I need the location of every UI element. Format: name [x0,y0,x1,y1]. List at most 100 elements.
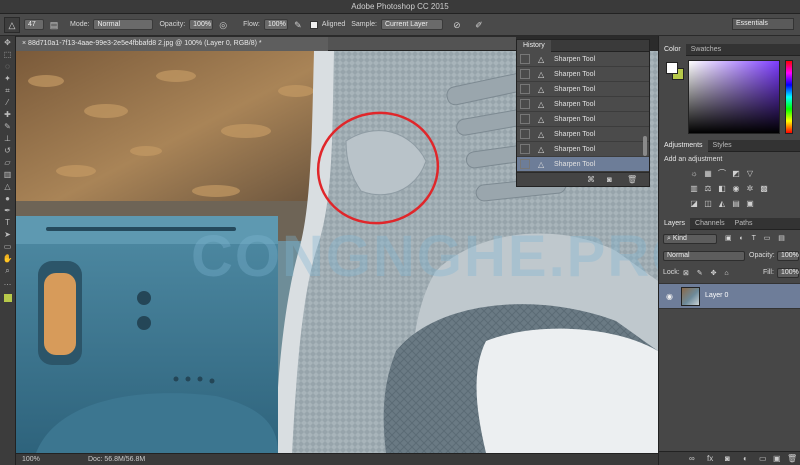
gradient-map-icon[interactable]: ▤ [730,198,742,209]
layer-opacity-input[interactable]: 100% [777,251,799,261]
blend-mode-dropdown[interactable]: Normal [663,251,745,261]
aligned-checkbox[interactable] [309,20,318,29]
delete-layer-icon[interactable]: 🗑 [787,454,797,463]
history-state[interactable]: △ Sharpen Tool [517,82,649,97]
flow-input[interactable]: 100% [263,19,288,30]
history-state[interactable]: △ Sharpen Tool [517,127,649,142]
sharpen-tool-icon[interactable]: △ [2,182,14,192]
type-tool-icon[interactable]: T [2,218,14,228]
brush-panel-icon[interactable]: ▤ [48,19,60,31]
sharpen-tool-preset-icon[interactable]: △ [4,16,20,33]
layer-style-icon[interactable]: fx [707,454,713,463]
opacity-input[interactable]: 100% [189,19,214,30]
workspace-switcher[interactable]: Essentials [732,18,794,30]
more-tools-icon[interactable]: … [2,278,14,288]
hand-tool-icon[interactable]: ✋ [2,254,14,264]
history-state[interactable]: △ Sharpen Tool [517,157,649,172]
clone-stamp-tool-icon[interactable]: ⊥ [2,134,14,144]
threshold-icon[interactable]: ◭ [716,198,728,209]
move-tool-icon[interactable]: ✥ [2,38,14,48]
levels-icon[interactable]: ▦ [702,168,714,179]
layer-filter-icons[interactable]: ▣ ◐ T ▭ ▤ [725,234,788,242]
foreground-swatch[interactable] [666,62,678,74]
vibrance-icon[interactable]: ▽ [744,168,756,179]
hue-saturation-icon[interactable]: ▥ [688,183,700,194]
tab-paths[interactable]: Paths [730,218,758,230]
history-state[interactable]: △ Sharpen Tool [517,52,649,67]
hue-slider[interactable] [785,60,793,134]
new-document-from-state-icon[interactable]: ⌘ [587,175,595,184]
camera-flash-lens [44,273,76,355]
history-brush-source-checkbox[interactable] [520,54,530,64]
curves-icon[interactable]: ⌒ [716,168,728,179]
pressure-opacity-icon[interactable]: ◎ [217,19,229,31]
layer-filter-dropdown[interactable]: ⌕ Kind [663,234,717,244]
history-brush-source-checkbox[interactable] [520,84,530,94]
tab-styles[interactable]: Styles [708,140,737,152]
eyedropper-tool-icon[interactable]: ⁄ [2,98,14,108]
mode-dropdown[interactable]: Normal [93,19,154,30]
history-brush-tool-icon[interactable]: ↺ [2,146,14,156]
link-layers-icon[interactable]: ∞ [689,454,695,463]
delete-state-icon[interactable]: 🗑 [627,175,637,184]
history-state[interactable]: △ Sharpen Tool [517,97,649,112]
tab-adjustments[interactable]: Adjustments [659,140,708,152]
history-brush-source-checkbox[interactable] [520,114,530,124]
shape-tool-icon[interactable]: ▭ [2,242,14,252]
history-brush-source-checkbox[interactable] [520,144,530,154]
document-tab[interactable]: × 88d710a1-7f13-4aae-99e3-2e5e4fbbafd8 2… [16,37,328,51]
color-balance-icon[interactable]: ⚖ [702,183,714,194]
sample-dropdown[interactable]: Current Layer [380,19,443,30]
visibility-eye-icon[interactable]: ◉ [666,292,673,301]
layer-row[interactable]: ◉ Layer 0 [659,283,800,309]
gradient-tool-icon[interactable]: ▥ [2,170,14,180]
new-group-icon[interactable]: ▭ [759,454,767,463]
tab-layers[interactable]: Layers [659,218,691,230]
brush-size-picker[interactable]: 47 [24,19,44,30]
tab-channels[interactable]: Channels [690,218,730,230]
path-select-tool-icon[interactable]: ➤ [2,230,14,240]
tab-color[interactable]: Color [659,44,686,56]
history-brush-source-checkbox[interactable] [520,99,530,109]
brush-tool-icon[interactable]: ✎ [2,122,14,132]
foreground-color-swatch[interactable] [3,294,12,302]
new-adjustment-icon[interactable]: ◐ [743,454,748,463]
brightness-icon[interactable]: ☼ [688,168,700,179]
fill-input[interactable]: 100% [777,268,799,278]
lasso-tool-icon[interactable]: ◌ [2,62,14,72]
lock-icons[interactable]: ⊠ ✎ ✥ ⌂ [683,269,732,277]
healing-tool-icon[interactable]: ✚ [2,110,14,120]
pen-tool-icon[interactable]: ✒ [2,206,14,216]
history-brush-source-checkbox[interactable] [520,159,530,169]
history-state[interactable]: △ Sharpen Tool [517,112,649,127]
new-layer-icon[interactable]: ▣ [773,454,781,463]
photo-filter-icon[interactable]: ◉ [730,183,742,194]
ignore-adjustment-layers-icon[interactable]: ⊘ [451,19,463,31]
history-brush-source-checkbox[interactable] [520,69,530,79]
add-mask-icon[interactable]: ◙ [725,454,730,463]
eraser-tool-icon[interactable]: ▱ [2,158,14,168]
marquee-tool-icon[interactable]: ⬚ [2,50,14,60]
channel-mixer-icon[interactable]: ✲ [744,183,756,194]
exposure-icon[interactable]: ◩ [730,168,742,179]
history-brush-source-checkbox[interactable] [520,129,530,139]
quick-select-tool-icon[interactable]: ✦ [2,74,14,84]
tab-swatches[interactable]: Swatches [686,44,726,56]
airbrush-icon[interactable]: ✎ [292,19,304,31]
posterize-icon[interactable]: ◫ [702,198,714,209]
history-state[interactable]: △ Sharpen Tool [517,142,649,157]
history-tab[interactable]: History [517,40,551,52]
color-picker-field[interactable] [688,60,780,134]
create-snapshot-icon[interactable]: ◙ [607,175,612,184]
zoom-level[interactable]: 100% [22,454,40,465]
history-state[interactable]: △ Sharpen Tool [517,67,649,82]
crop-tool-icon[interactable]: ⌗ [2,86,14,96]
history-scrollbar[interactable] [643,136,647,156]
pressure-size-icon[interactable]: ✐ [473,19,485,31]
color-lookup-icon[interactable]: ▩ [758,183,770,194]
zoom-tool-icon[interactable]: ⌕ [2,266,14,276]
invert-icon[interactable]: ◪ [688,198,700,209]
black-white-icon[interactable]: ◧ [716,183,728,194]
selective-color-icon[interactable]: ▣ [744,198,756,209]
dodge-tool-icon[interactable]: ● [2,194,14,204]
